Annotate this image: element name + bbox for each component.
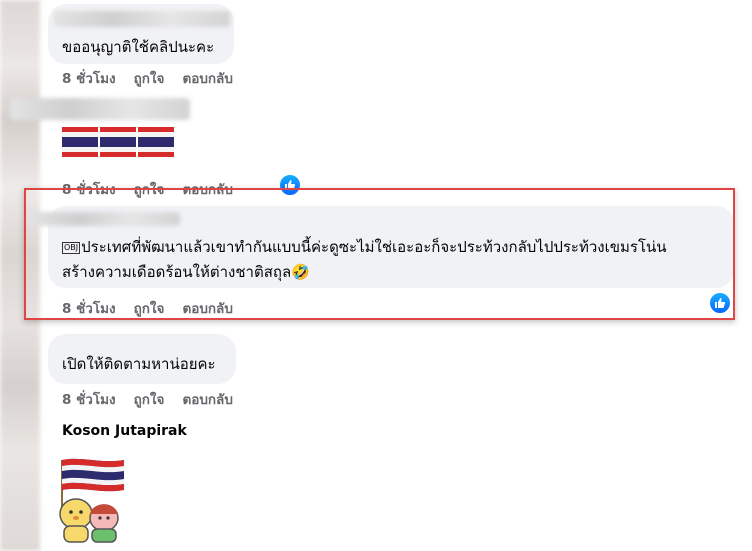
timestamp[interactable]: 8 ชั่วโมง	[62, 67, 116, 89]
thai-flag-icon	[138, 127, 174, 157]
like-link[interactable]: ถูกใจ	[134, 388, 165, 410]
reply-link[interactable]: ตอบกลับ	[182, 388, 232, 410]
comment-actions: 8 ชั่วโมง ถูกใจ ตอบกลับ	[62, 388, 233, 410]
thai-flag-icon	[62, 127, 98, 157]
comment-text: เปิดให้ติดตามหาน่อยคะ	[62, 355, 216, 373]
like-link[interactable]: ถูกใจ	[134, 67, 165, 89]
blurred-author-name	[54, 11, 230, 27]
comment-text: ขออนุญาติใช้คลิปนะคะ	[62, 38, 215, 56]
thai-flag-sticker	[59, 458, 124, 543]
reply-link[interactable]: ตอบกลับ	[182, 67, 232, 89]
comment-actions: 8 ชั่วโมง ถูกใจ ตอบกลับ	[62, 67, 233, 89]
timestamp[interactable]: 8 ชั่วโมง	[62, 388, 116, 410]
thai-flags	[62, 127, 174, 157]
thai-flag-icon	[100, 127, 136, 157]
highlight-box	[24, 188, 735, 320]
comment-author[interactable]: Koson Jutapirak	[62, 423, 187, 439]
blurred-author-name	[10, 98, 190, 120]
